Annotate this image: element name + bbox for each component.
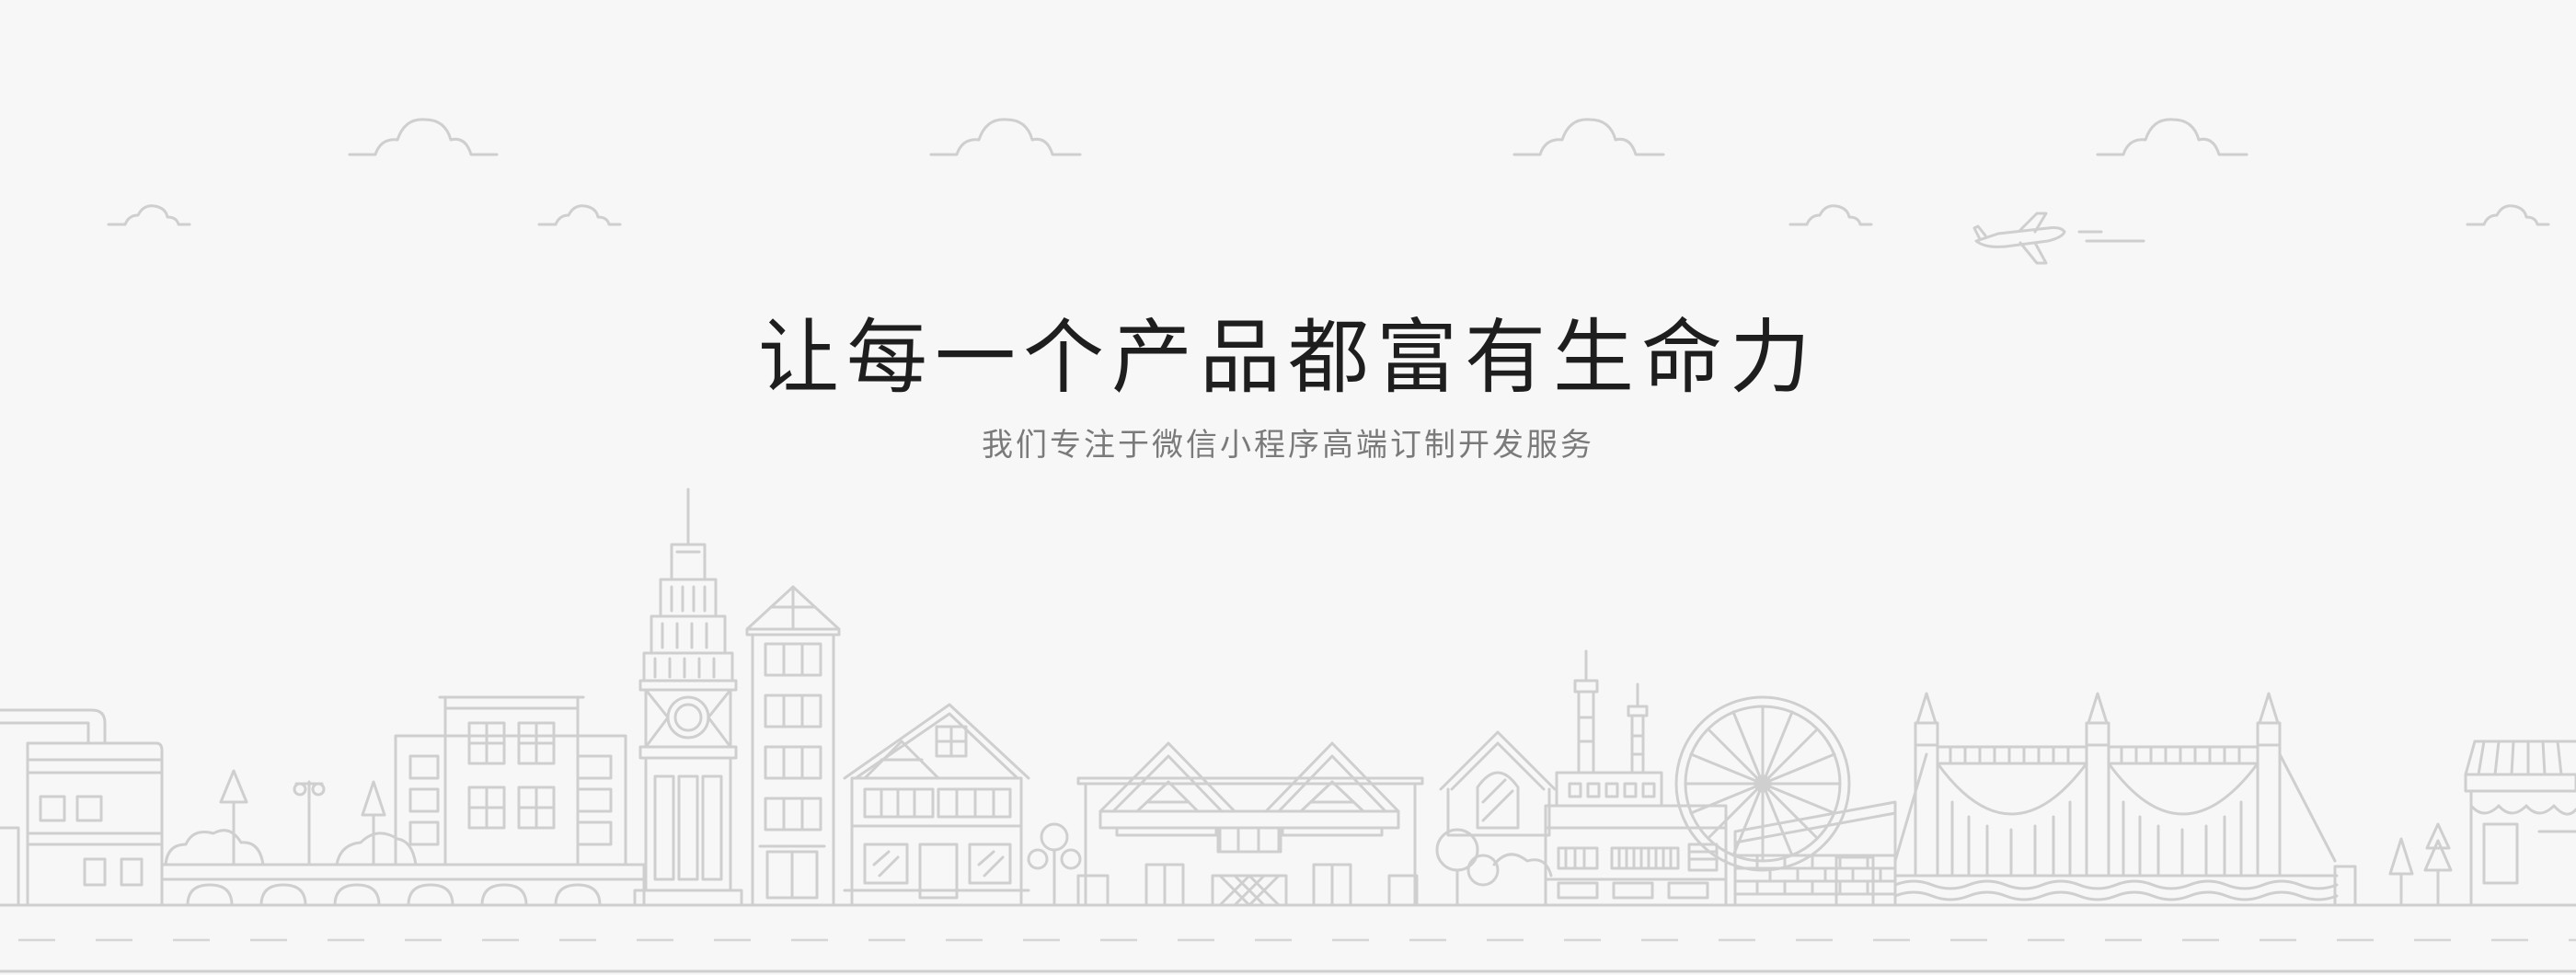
suspension-bridge (1893, 692, 2357, 907)
awning-shop (2464, 740, 2576, 907)
ferris-wheel (1674, 695, 1851, 872)
tower-factory (1544, 649, 1728, 907)
apartment-building (394, 695, 627, 866)
arched-wall (160, 863, 646, 907)
city-skyline-illustration (0, 488, 2576, 973)
right-trees (2388, 822, 2453, 907)
bush-and-trees (164, 769, 418, 866)
arched-window-house (1435, 730, 1557, 907)
small-trees (1027, 822, 1082, 907)
factory-building (0, 708, 164, 907)
pyramid-roof-tower (745, 585, 841, 907)
twin-gable-building (1076, 741, 1424, 907)
gabled-house (843, 703, 1030, 907)
ground-line (0, 903, 2576, 973)
clock-tower (633, 488, 743, 907)
hero-banner: 让每一个产品都富有生命力 我们专注于微信小程序高端订制开发服务 (0, 0, 2576, 975)
